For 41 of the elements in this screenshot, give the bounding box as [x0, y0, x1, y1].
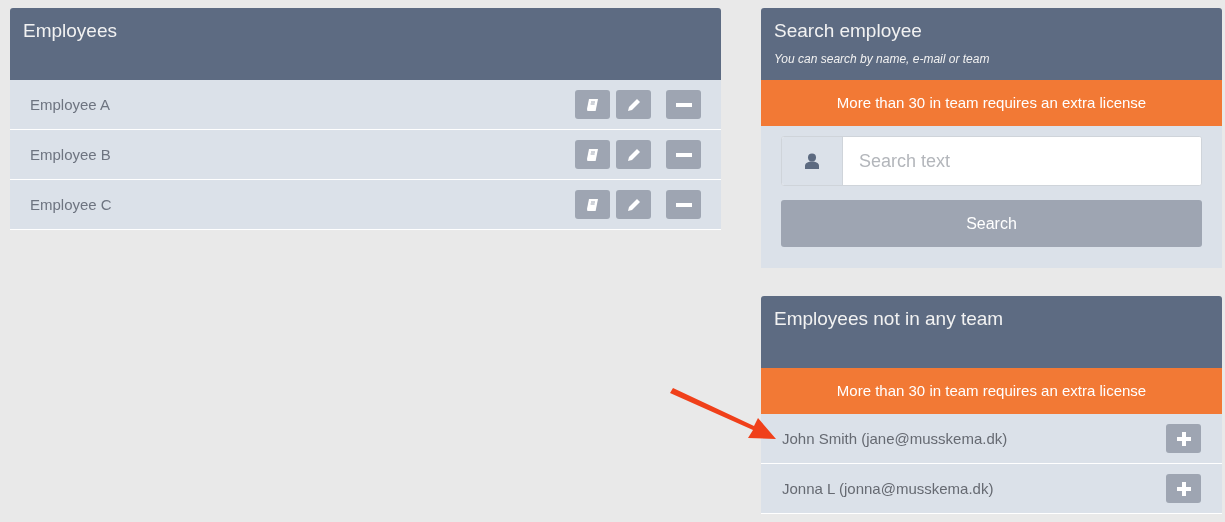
pencil-icon	[626, 197, 641, 212]
employee-row[interactable]: Employee C	[10, 180, 721, 230]
minus-icon	[675, 102, 692, 107]
employee-row[interactable]: Employee A	[10, 80, 721, 130]
add-button[interactable]	[1166, 424, 1201, 454]
remove-button[interactable]	[666, 190, 701, 219]
book-icon	[585, 97, 600, 112]
employee-name: Employee A	[30, 96, 111, 113]
add-button[interactable]	[1166, 474, 1201, 504]
pencil-icon	[626, 147, 641, 162]
edit-button[interactable]	[616, 90, 651, 119]
employee-name: Employee C	[30, 196, 112, 213]
employee-row[interactable]: Employee B	[10, 130, 721, 180]
minus-icon	[675, 202, 692, 207]
pencil-icon	[626, 97, 641, 112]
plus-icon	[1176, 481, 1191, 496]
plus-icon	[1176, 431, 1191, 446]
panel-subtitle: You can search by name, e-mail or team	[774, 52, 991, 66]
panel-title: Employees not in any team	[774, 307, 1005, 331]
user-icon	[805, 153, 819, 169]
book-icon	[585, 197, 600, 212]
employee-name: John Smith (jane@musskema.dk)	[782, 430, 1008, 448]
license-notice: More than 30 in team requires an extra license	[761, 368, 1222, 415]
edit-button[interactable]	[616, 140, 651, 169]
search-field[interactable]: Search text	[781, 136, 1202, 186]
employee-row[interactable]: Jonna L (jonna@musskema.dk)	[761, 464, 1222, 514]
panel-title: Search employee	[774, 19, 923, 42]
employee-name: Jonna L (jonna@musskema.dk)	[782, 480, 994, 498]
remove-button[interactable]	[666, 90, 701, 119]
panel-title: Employees	[23, 19, 118, 42]
employee-row[interactable]: John Smith (jane@musskema.dk)	[761, 414, 1222, 465]
book-icon	[585, 147, 600, 162]
book-button[interactable]	[575, 190, 610, 219]
license-notice: More than 30 in team requires an extra license	[761, 80, 1222, 126]
edit-button[interactable]	[616, 190, 651, 219]
book-button[interactable]	[575, 140, 610, 169]
employee-name: Employee B	[30, 146, 111, 163]
minus-icon	[675, 152, 692, 157]
book-button[interactable]	[575, 90, 610, 119]
search-button[interactable]: Search	[781, 200, 1202, 247]
remove-button[interactable]	[666, 140, 701, 169]
